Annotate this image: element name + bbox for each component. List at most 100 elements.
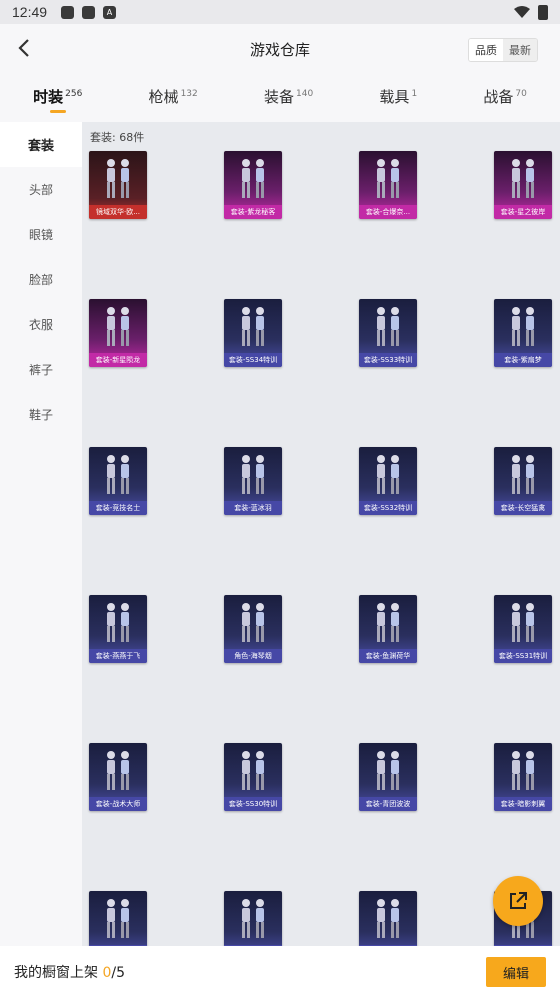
tab-count: 256: [65, 89, 83, 99]
outfit-name: 套装-新星陨龙: [89, 353, 147, 367]
sort-toggle[interactable]: 品质 最新: [468, 38, 538, 62]
tab-label: 载具: [379, 88, 410, 106]
outfit-thumbnail: [359, 743, 417, 799]
sidebar-item-1[interactable]: 头部: [0, 167, 82, 212]
outfit-card[interactable]: 套装-战术大师: [89, 743, 147, 811]
outfit-name: 镜域双华·欧...: [89, 205, 147, 219]
outfit-card[interactable]: 角色-海琴烟: [224, 595, 282, 663]
outfit-card[interactable]: 套装-SS31特训: [494, 595, 552, 663]
outfit-thumbnail: [89, 151, 147, 207]
outfit-card[interactable]: 套装-青团波波: [359, 743, 417, 811]
outfit-thumbnail: [89, 447, 147, 503]
outfit-card[interactable]: 套装-蓝冰羽: [224, 447, 282, 515]
outfit-thumbnail: [89, 595, 147, 651]
outfit-card[interactable]: 套装-星之彼岸: [494, 151, 552, 219]
outfit-name: 套装-SS32特训: [359, 501, 417, 515]
sidebar: 套装 头部 眼镜 脸部 衣服 裤子 鞋子: [0, 122, 82, 952]
sidebar-item-5[interactable]: 裤子: [0, 347, 82, 392]
outfit-card[interactable]: 套装-燕燕于飞: [89, 595, 147, 663]
outfit-card[interactable]: 镜域双华·欧...: [89, 151, 147, 219]
outfit-name: 套装-紫龙秘客: [224, 205, 282, 219]
sort-newest-button[interactable]: 最新: [503, 39, 537, 61]
outfit-thumbnail: [359, 891, 417, 947]
item-count: 套装: 68件: [90, 131, 145, 144]
item-grid: 镜域双华·欧... 套装-紫龙秘客 套装-合爆奈... 套装-星之彼岸 套装-新星陨龙套…: [89, 151, 552, 952]
back-arrow-icon[interactable]: [14, 36, 38, 60]
outfit-thumbnail: [224, 595, 282, 651]
outfit-name: 套装-燕燕于飞: [89, 649, 147, 663]
tab-count: 132: [180, 89, 198, 99]
outfit-card[interactable]: 套装-合爆奈...: [359, 151, 417, 219]
category-tabs: 时装 256 枪械 132 装备 140 载具 1 战备 70: [0, 78, 560, 118]
tab-4[interactable]: 战备 70: [483, 78, 526, 107]
outfit-card[interactable]: 套装-竞技名士: [89, 447, 147, 515]
tab-label: 枪械: [148, 88, 179, 106]
tab-count: 140: [296, 89, 314, 99]
outfit-name: 套装-战术大师: [89, 797, 147, 811]
tab-count: 70: [515, 89, 527, 99]
showcase-label: 我的橱窗上架 0/5: [14, 962, 125, 982]
outfit-name: 套装-暗影刺翼: [494, 797, 552, 811]
outfit-name: 角色-海琴烟: [224, 649, 282, 663]
outfit-card[interactable]: [89, 891, 147, 952]
share-button[interactable]: [493, 876, 543, 926]
page-header: 游戏仓库 品质 最新: [0, 24, 560, 74]
sidebar-item-0[interactable]: 套装: [0, 122, 82, 167]
outfit-name: 套装-青团波波: [359, 797, 417, 811]
outfit-thumbnail: [224, 743, 282, 799]
outfit-card[interactable]: [224, 891, 282, 952]
outfit-card[interactable]: 套装-紫扇梦: [494, 299, 552, 367]
outfit-name: 套装-SS33特训: [359, 353, 417, 367]
outfit-card[interactable]: 套装-紫龙秘客: [224, 151, 282, 219]
outfit-card[interactable]: 套装-长空猛禽: [494, 447, 552, 515]
outfit-card[interactable]: 套装-SS30特训: [224, 743, 282, 811]
item-grid-area: 套装: 68件 镜域双华·欧... 套装-紫龙秘客 套装-合爆奈... 套装-星之彼岸…: [82, 122, 560, 952]
tab-2[interactable]: 装备 140: [264, 78, 313, 107]
outfit-card[interactable]: 套装-新星陨龙: [89, 299, 147, 367]
outfit-thumbnail: [359, 595, 417, 651]
outfit-card[interactable]: 套装-暗影刺翼: [494, 743, 552, 811]
outfit-thumbnail: [494, 299, 552, 355]
outfit-card[interactable]: 套装-SS34特训: [224, 299, 282, 367]
outfit-card[interactable]: [359, 891, 417, 952]
outfit-card[interactable]: 套装-SS33特训: [359, 299, 417, 367]
sidebar-item-6[interactable]: 鞋子: [0, 392, 82, 437]
tab-1[interactable]: 枪械 132: [149, 78, 198, 107]
sidebar-item-2[interactable]: 眼镜: [0, 212, 82, 257]
tab-label: 战备: [483, 88, 514, 106]
notification-icon: [82, 5, 96, 19]
tab-3[interactable]: 载具 1: [379, 78, 417, 107]
outfit-thumbnail: [359, 299, 417, 355]
active-tab-indicator: [49, 110, 66, 113]
outfit-thumbnail: [359, 151, 417, 207]
tab-label: 时装: [33, 88, 64, 106]
status-bar: 12:49 A: [0, 0, 560, 24]
outfit-thumbnail: [89, 743, 147, 799]
sidebar-item-3[interactable]: 脸部: [0, 257, 82, 302]
showcase-total: /5: [111, 965, 125, 981]
outfit-thumbnail: [494, 151, 552, 207]
outfit-thumbnail: [224, 447, 282, 503]
status-time: 12:49: [12, 4, 48, 20]
outfit-thumbnail: [494, 595, 552, 651]
outfit-card[interactable]: 套装-SS32特训: [359, 447, 417, 515]
sort-quality-button[interactable]: 品质: [469, 39, 503, 61]
tab-count: 1: [411, 89, 418, 99]
app-notification-icon: A: [103, 5, 117, 19]
notification-icon: [61, 5, 75, 19]
edit-button[interactable]: 编辑: [486, 957, 546, 987]
outfit-thumbnail: [224, 891, 282, 947]
showcase-text: 我的橱窗上架: [14, 965, 103, 981]
tab-0[interactable]: 时装 256: [33, 78, 83, 113]
sidebar-item-4[interactable]: 衣服: [0, 302, 82, 347]
external-link-icon: [510, 892, 527, 909]
outfit-name: 套装-SS31特训: [494, 649, 552, 663]
outfit-name: 套装-SS34特训: [224, 353, 282, 367]
outfit-name: 套装-蓝冰羽: [224, 501, 282, 515]
outfit-name: 套装-紫扇梦: [494, 353, 552, 367]
showcase-bar: 我的橱窗上架 0/5 编辑: [0, 946, 560, 998]
outfit-name: 套装-长空猛禽: [494, 501, 552, 515]
outfit-name: 套装-星之彼岸: [494, 205, 552, 219]
outfit-name: 套装-竞技名士: [89, 501, 147, 515]
outfit-card[interactable]: 套装-鱼渊荷华: [359, 595, 417, 663]
